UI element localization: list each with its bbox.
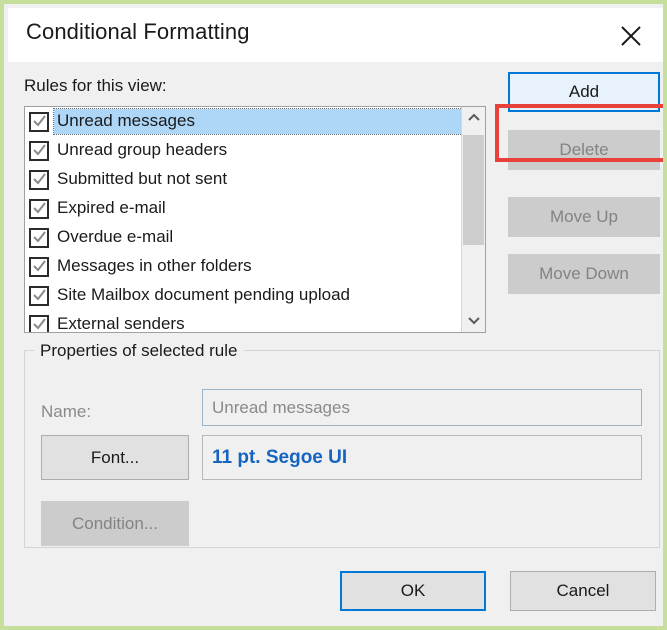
list-item-label: Expired e-mail (57, 198, 166, 217)
move-up-button: Move Up (508, 197, 660, 237)
name-label: Name: (41, 402, 92, 421)
list-item-label: Overdue e-mail (57, 227, 174, 246)
checkbox-checked-icon[interactable] (29, 256, 49, 277)
dialog-body: Rules for this view: Unread messages Unr… (8, 62, 663, 626)
list-item[interactable]: Site Mailbox document pending upload (25, 281, 462, 310)
list-item[interactable]: Expired e-mail (25, 194, 462, 223)
checkbox-checked-icon[interactable] (29, 227, 49, 248)
properties-group-label: Properties of selected rule (34, 341, 244, 361)
dialog-title-bar: Conditional Formatting (8, 8, 663, 62)
delete-button: Delete (508, 130, 660, 170)
checkbox-checked-icon[interactable] (29, 198, 49, 219)
list-item-label: Submitted but not sent (57, 169, 228, 188)
font-preview-field: 11 pt. Segoe UI (202, 435, 642, 480)
list-item-label: Site Mailbox document pending upload (57, 285, 350, 304)
list-item[interactable]: Unread messages (25, 107, 462, 136)
checkbox-checked-icon[interactable] (29, 314, 49, 332)
list-item-label: Unread group headers (57, 140, 228, 159)
ok-button[interactable]: OK (340, 571, 486, 611)
condition-button: Condition... (41, 501, 189, 546)
name-input: Unread messages (202, 389, 642, 426)
list-item-label: External senders (57, 314, 185, 332)
rules-list-label: Rules for this view: (24, 76, 167, 95)
checkbox-checked-icon[interactable] (29, 111, 49, 132)
scroll-down-button[interactable] (462, 309, 485, 332)
list-item[interactable]: Submitted but not sent (25, 165, 462, 194)
checkbox-checked-icon[interactable] (29, 140, 49, 161)
list-item[interactable]: Unread group headers (25, 136, 462, 165)
scrollbar-thumb[interactable] (463, 135, 484, 245)
chevron-down-icon (467, 312, 481, 330)
rules-list-scrollbar[interactable] (461, 107, 485, 332)
font-button[interactable]: Font... (41, 435, 189, 480)
page-title: Conditional Formatting (26, 19, 250, 44)
list-item-label: Messages in other folders (57, 256, 252, 275)
checkbox-checked-icon[interactable] (29, 285, 49, 306)
list-item-label: Unread messages (53, 108, 462, 135)
chevron-up-icon (467, 110, 481, 128)
move-down-button: Move Down (508, 254, 660, 294)
font-preview-text: 11 pt. Segoe UI (212, 446, 348, 468)
list-item[interactable]: Overdue e-mail (25, 223, 462, 252)
add-button[interactable]: Add (508, 72, 660, 112)
rules-listbox[interactable]: Unread messages Unread group headers Sub… (24, 106, 486, 333)
close-button[interactable] (611, 16, 651, 56)
checkbox-checked-icon[interactable] (29, 169, 49, 190)
list-item[interactable]: Messages in other folders (25, 252, 462, 281)
conditional-formatting-dialog: Conditional Formatting Rules for this vi… (0, 0, 667, 630)
scroll-up-button[interactable] (462, 107, 485, 130)
rules-list[interactable]: Unread messages Unread group headers Sub… (25, 107, 462, 332)
list-item[interactable]: External senders (25, 310, 462, 332)
cancel-button[interactable]: Cancel (510, 571, 656, 611)
close-icon (618, 23, 644, 49)
